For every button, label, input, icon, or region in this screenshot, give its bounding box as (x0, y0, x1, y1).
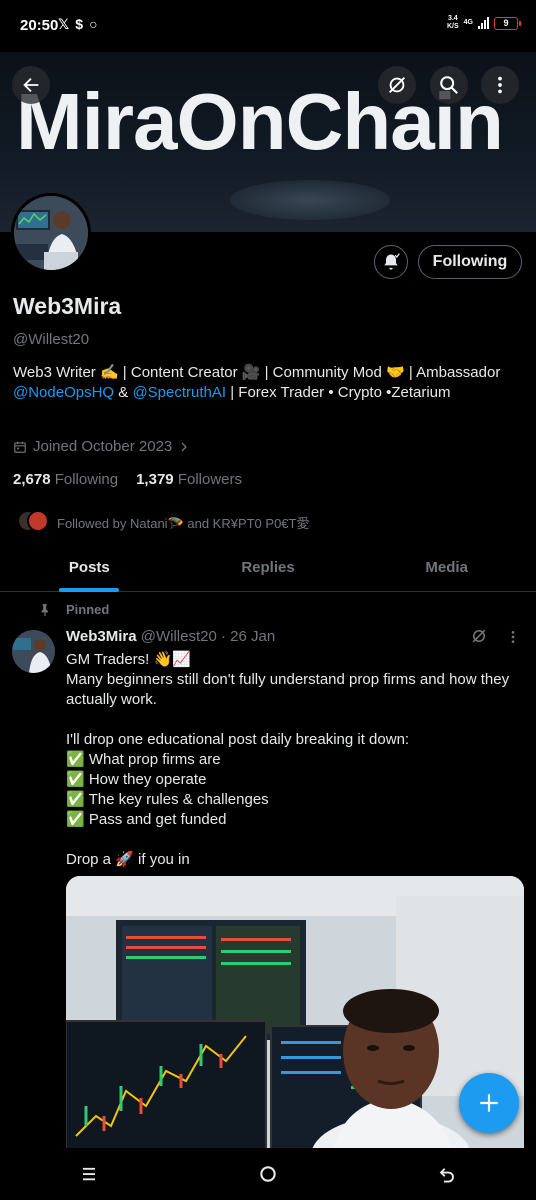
tab-media[interactable]: Media (357, 548, 536, 591)
search-icon (440, 76, 458, 94)
profile-stats: 2,678 Following 1,379 Followers (13, 471, 242, 488)
followed-by[interactable]: Followed by Natani🪂 and KR¥PT0 P0€T愛 (17, 510, 309, 534)
compose-button[interactable] (459, 1073, 519, 1133)
status-time: 20:50 (20, 17, 59, 34)
home-button[interactable] (238, 1154, 298, 1194)
more-options-button[interactable] (481, 66, 519, 104)
search-button[interactable] (430, 66, 468, 104)
followers-stat[interactable]: 1,379 Followers (136, 471, 242, 488)
post-date[interactable]: · 26 Jan (221, 628, 275, 645)
avatar-image (14, 196, 88, 270)
tab-replies[interactable]: Replies (179, 548, 358, 591)
pin-icon (41, 603, 48, 616)
chevron-right-icon (181, 442, 188, 451)
grok-icon (389, 77, 405, 93)
following-button[interactable]: Following (418, 245, 522, 279)
menu-lines-icon (83, 1167, 96, 1181)
bell-icon (384, 253, 400, 270)
post-media-image[interactable] (66, 876, 524, 1166)
calendar-icon (14, 441, 26, 453)
profile-avatar[interactable] (11, 193, 91, 273)
profile-handle: @Willest20 (13, 331, 90, 348)
post-avatar[interactable] (12, 630, 55, 673)
circle-app-icon: ○ (89, 16, 104, 32)
post-more-button[interactable] (505, 629, 521, 650)
network-speed: 3.4 K/S (446, 15, 459, 30)
notification-bell-button[interactable] (374, 245, 408, 279)
post-text: GM Traders! 👋📈 Many beginners still don'… (66, 651, 510, 868)
followed-by-avatars (17, 510, 49, 534)
tab-posts[interactable]: Posts (0, 548, 179, 592)
status-bar: 20:50 𝕏$○ 3.4 K/S 4G 9 (0, 0, 536, 52)
trader-photo (66, 876, 524, 1166)
s-app-icon: $ (75, 16, 90, 32)
joined-date[interactable]: Joined October 2023 (13, 438, 190, 455)
post-grok-button[interactable] (470, 627, 488, 650)
profile-display-name: Web3Mira (13, 293, 122, 319)
post-author-name[interactable]: Web3Mira (66, 628, 137, 645)
system-back-button[interactable] (417, 1154, 477, 1194)
system-navbar (0, 1148, 536, 1200)
status-right: 3.4 K/S 4G 9 (446, 15, 521, 31)
back-return-icon (439, 1168, 454, 1183)
home-circle-icon (260, 1166, 276, 1182)
profile-tabs: Posts Replies Media (0, 548, 536, 592)
x-logo-icon: 𝕏 (58, 16, 76, 32)
recent-apps-button[interactable] (59, 1154, 119, 1194)
profile-bio: Web3 Writer ✍️ | Content Creator 🎥 | Com… (13, 364, 501, 401)
signal-icon (478, 17, 489, 29)
more-vertical-icon (511, 631, 515, 643)
bio-link-nodeops[interactable]: @NodeOpsHQ (13, 384, 114, 401)
following-stat[interactable]: 2,678 Following (13, 471, 118, 488)
banner-glow (230, 180, 390, 220)
post-author-handle[interactable]: @Willest20 (141, 628, 217, 645)
battery-icon: 9 (494, 16, 521, 30)
back-arrow-icon (23, 77, 39, 93)
network-type: 4G (463, 19, 473, 26)
grok-button[interactable] (378, 66, 416, 104)
bio-link-spectruth[interactable]: @SpectruthAI (132, 384, 226, 401)
pinned-indicator: Pinned (38, 602, 109, 617)
more-vertical-icon (498, 76, 502, 94)
back-button[interactable] (12, 66, 50, 104)
mini-avatar (27, 510, 49, 532)
post-avatar-image (12, 630, 55, 673)
post-header: Web3Mira @Willest20 · 26 Jan (66, 628, 275, 645)
plus-icon (480, 1094, 498, 1112)
notification-icons: 𝕏$○ (58, 16, 104, 33)
grok-icon (472, 629, 486, 643)
